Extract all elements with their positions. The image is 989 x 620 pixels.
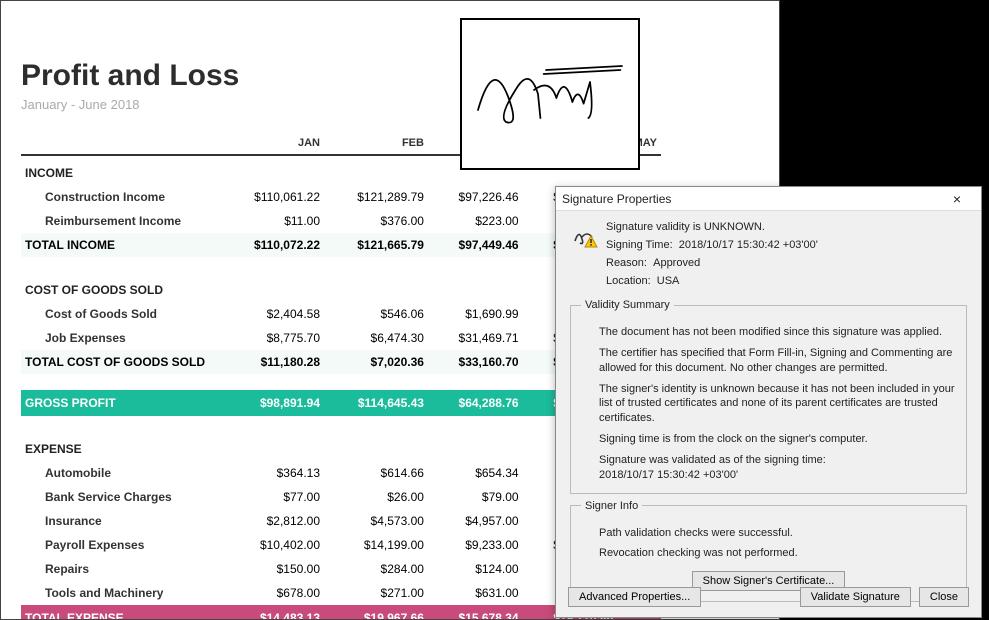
row-label: Reimbursement Income bbox=[21, 209, 221, 233]
cell-value: $8,775.70 bbox=[221, 326, 324, 350]
location-label: Location: bbox=[606, 275, 651, 287]
cell-value: $654.34 bbox=[428, 461, 523, 485]
cell-value: $614.66 bbox=[324, 461, 428, 485]
signing-time-value: 2018/10/17 15:30:42 +03'00' bbox=[679, 239, 818, 251]
advanced-properties-button[interactable]: Advanced Properties... bbox=[568, 587, 701, 607]
validity-text: Signature validity is UNKNOWN. bbox=[606, 221, 967, 233]
dialog-title: Signature Properties bbox=[562, 192, 671, 206]
cell-value: $121,289.79 bbox=[324, 185, 428, 209]
cell-value: $4,957.00 bbox=[428, 509, 523, 533]
row-label: INCOME bbox=[21, 155, 221, 185]
row-label: Insurance bbox=[21, 509, 221, 533]
cell-value bbox=[324, 155, 428, 185]
cell-value: $678.00 bbox=[221, 581, 324, 605]
cell-value: $98,891.94 bbox=[221, 390, 324, 416]
vs-line-5: Signature was validated as of the signin… bbox=[599, 453, 956, 483]
row-label: Repairs bbox=[21, 557, 221, 581]
row-label: COST OF GOODS SOLD bbox=[21, 273, 221, 302]
location-value: USA bbox=[657, 275, 680, 287]
col-feb: FEB bbox=[324, 132, 428, 155]
row-label: Bank Service Charges bbox=[21, 485, 221, 509]
vs-line-3: The signer's identity is unknown because… bbox=[599, 382, 956, 427]
cell-value bbox=[428, 273, 523, 302]
cell-value: $223.00 bbox=[428, 209, 523, 233]
signature-properties-dialog: Signature Properties × Signature validit… bbox=[555, 186, 982, 618]
reason-label: Reason: bbox=[606, 257, 647, 269]
vs-line-2: The certifier has specified that Form Fi… bbox=[599, 346, 956, 376]
row-label: Job Expenses bbox=[21, 326, 221, 350]
cell-value: $364.13 bbox=[221, 461, 324, 485]
cell-value: $2,404.58 bbox=[221, 302, 324, 326]
cell-value: $7,020.36 bbox=[324, 350, 428, 374]
signer-info-title: Signer Info bbox=[581, 500, 642, 512]
cell-value: $14,483.13 bbox=[221, 605, 324, 620]
cell-value: $31,469.71 bbox=[428, 326, 523, 350]
validity-summary-group: Validity Summary The document has not be… bbox=[570, 299, 967, 494]
col-jan: JAN bbox=[221, 132, 324, 155]
row-label: Automobile bbox=[21, 461, 221, 485]
cell-value: $124.00 bbox=[428, 557, 523, 581]
cell-value: $9,233.00 bbox=[428, 533, 523, 557]
si-line-1: Path validation checks were successful. bbox=[599, 526, 956, 541]
vs-line-1: The document has not been modified since… bbox=[599, 325, 956, 340]
cell-value: $121,665.79 bbox=[324, 233, 428, 257]
report-subtitle: January - June 2018 bbox=[21, 97, 759, 112]
cell-value bbox=[428, 432, 523, 461]
cell-value bbox=[221, 432, 324, 461]
cell-value: $77.00 bbox=[221, 485, 324, 509]
signing-time-label: Signing Time: bbox=[606, 239, 673, 251]
cell-value bbox=[221, 155, 324, 185]
report-title: Profit and Loss bbox=[21, 59, 759, 93]
cell-value: $26.00 bbox=[324, 485, 428, 509]
cell-value: $97,449.46 bbox=[428, 233, 523, 257]
row-label: Cost of Goods Sold bbox=[21, 302, 221, 326]
cell-value bbox=[324, 432, 428, 461]
row-label: Payroll Expenses bbox=[21, 533, 221, 557]
cell-value: $14,199.00 bbox=[324, 533, 428, 557]
cell-value: $33,160.70 bbox=[428, 350, 523, 374]
cell-value: $1,690.99 bbox=[428, 302, 523, 326]
cell-value: $271.00 bbox=[324, 581, 428, 605]
cell-value: $11.00 bbox=[221, 209, 324, 233]
cell-value: $97,226.46 bbox=[428, 185, 523, 209]
cell-value: $64,288.76 bbox=[428, 390, 523, 416]
close-icon[interactable]: × bbox=[939, 191, 975, 207]
cell-value: $19,967.66 bbox=[324, 605, 428, 620]
row-label: EXPENSE bbox=[21, 432, 221, 461]
cell-value: $284.00 bbox=[324, 557, 428, 581]
cell-value: $79.00 bbox=[428, 485, 523, 509]
cell-value: $110,061.22 bbox=[221, 185, 324, 209]
signature-status-icon bbox=[570, 221, 596, 247]
row-label: TOTAL INCOME bbox=[21, 233, 221, 257]
row-label: TOTAL COST OF GOODS SOLD bbox=[21, 350, 221, 374]
row-label: TOTAL EXPENSE bbox=[21, 605, 221, 620]
cell-value: $631.00 bbox=[428, 581, 523, 605]
cell-value: $15,678.34 bbox=[428, 605, 523, 620]
cell-value: $10,402.00 bbox=[221, 533, 324, 557]
cell-value: $11,180.28 bbox=[221, 350, 324, 374]
row-label: GROSS PROFIT bbox=[21, 390, 221, 416]
cell-value: $110,072.22 bbox=[221, 233, 324, 257]
row-label: Tools and Machinery bbox=[21, 581, 221, 605]
close-button[interactable]: Close bbox=[919, 587, 969, 607]
row-label: Construction Income bbox=[21, 185, 221, 209]
signature-glyph bbox=[470, 34, 630, 154]
cell-value: $114,645.43 bbox=[324, 390, 428, 416]
cell-value: $150.00 bbox=[221, 557, 324, 581]
cell-value: $4,573.00 bbox=[324, 509, 428, 533]
dialog-titlebar[interactable]: Signature Properties × bbox=[556, 187, 981, 211]
si-line-2: Revocation checking was not performed. bbox=[599, 546, 956, 561]
cell-value bbox=[221, 273, 324, 302]
cell-value: $376.00 bbox=[324, 209, 428, 233]
cell-value: $6,474.30 bbox=[324, 326, 428, 350]
cell-value: $2,812.00 bbox=[221, 509, 324, 533]
vs-line-4: Signing time is from the clock on the si… bbox=[599, 432, 956, 447]
validity-summary-title: Validity Summary bbox=[581, 299, 674, 311]
validate-signature-button[interactable]: Validate Signature bbox=[800, 587, 911, 607]
cell-value: $546.06 bbox=[324, 302, 428, 326]
signature-field[interactable] bbox=[460, 18, 640, 170]
cell-value bbox=[324, 273, 428, 302]
reason-value: Approved bbox=[653, 257, 700, 269]
